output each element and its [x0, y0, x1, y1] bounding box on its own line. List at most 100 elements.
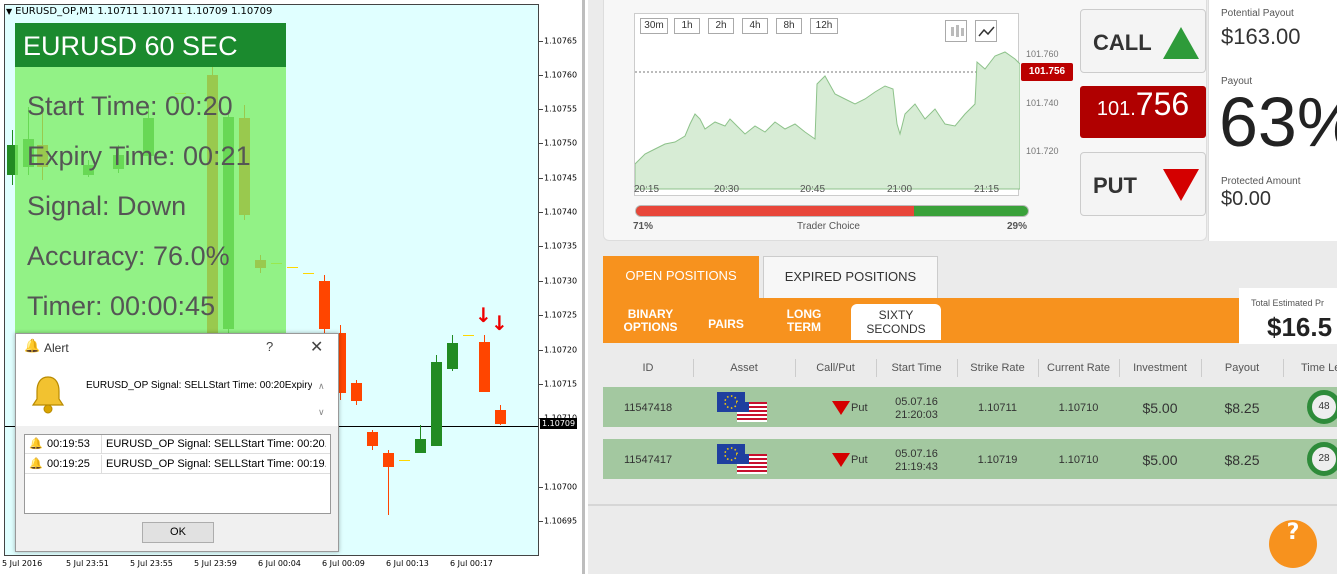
tab-open-positions[interactable]: OPEN POSITIONS — [603, 256, 759, 298]
line-glyph — [978, 26, 995, 37]
chart-price-tag: 101.756 — [1021, 63, 1073, 81]
candle-glyph — [951, 25, 964, 37]
alert-history-list[interactable]: 🔔 00:19:53 EURUSD_OP Signal: SELLStart T… — [24, 434, 331, 514]
timeframe-1h[interactable]: 1h — [674, 18, 700, 34]
timeframe-30m[interactable]: 30m — [640, 18, 668, 34]
alert-row-time: 00:19:53 — [47, 438, 90, 450]
trader-choice-label: Trader Choice — [797, 221, 860, 232]
column-separator — [101, 455, 102, 474]
alert-message-area: EURUSD_OP Signal: SELLStart Time: 00:20E… — [16, 362, 338, 426]
scroll-up-icon[interactable]: ∧ — [318, 382, 325, 392]
doji-candle — [303, 273, 314, 274]
timeframe-2h[interactable]: 2h — [708, 18, 734, 34]
subtab-pairs[interactable]: PAIRS — [701, 318, 751, 331]
time-label: 6 Jul 00:17 — [450, 559, 493, 568]
scroll-down-icon[interactable]: ∨ — [318, 408, 325, 418]
alert-row-message: EURUSD_OP Signal: SELLStart Time: 00:20.… — [106, 438, 326, 450]
column-header-asset: Asset — [730, 362, 758, 374]
line-chart-icon[interactable] — [975, 20, 997, 42]
subtab-binary-line2: OPTIONS — [623, 320, 678, 334]
tab-expired-positions[interactable]: EXPIRED POSITIONS — [763, 256, 938, 298]
time-label: 5 Jul 23:55 — [130, 559, 173, 568]
chart-level-label: 101.740 — [1026, 98, 1059, 108]
position-direction: Put — [851, 454, 868, 466]
price-tick — [539, 41, 543, 42]
chart-time-label: 20:15 — [634, 184, 660, 195]
positions-table-header: ID Asset Call/Put Start Time Strike Rate… — [603, 356, 1337, 380]
candle — [367, 432, 378, 446]
candle — [479, 342, 490, 392]
price-tick — [539, 178, 543, 179]
help-chat-button[interactable]: ? — [1269, 520, 1317, 568]
chart-level-label: 101.720 — [1026, 146, 1059, 156]
alert-row-time: 00:19:25 — [47, 458, 90, 470]
total-estimated-payout: Total Estimated Pr $16.5 — [1239, 288, 1337, 344]
alert-history-row[interactable]: 🔔 00:19:53 EURUSD_OP Signal: SELLStart T… — [25, 435, 330, 454]
subtab-long-line2: TERM — [787, 320, 821, 334]
option-type-tabs: BINARY OPTIONS PAIRS LONG TERM SIXTY SEC… — [603, 298, 1239, 343]
mt4-chart-window: EURUSD 60 SEC Start Time: 00:20 Expiry T… — [0, 0, 585, 574]
price-tick — [539, 315, 543, 316]
position-payout: $8.25 — [1224, 452, 1260, 468]
call-button[interactable]: CALL — [1080, 9, 1206, 73]
timeframe-12h[interactable]: 12h — [810, 18, 838, 34]
time-label: 6 Jul 00:04 — [258, 559, 301, 568]
put-arrow-icon — [832, 453, 850, 467]
total-estimated-value: $16.5 — [1267, 312, 1333, 342]
call-label: CALL — [1093, 30, 1152, 55]
subtab-long-term[interactable]: LONG TERM — [771, 308, 837, 334]
potential-payout-value: $163.00 — [1221, 24, 1301, 49]
put-button[interactable]: PUT — [1080, 152, 1206, 216]
up-triangle-icon — [1163, 27, 1199, 59]
position-id: 11547417 — [623, 454, 673, 466]
timeframe-4h[interactable]: 4h — [742, 18, 768, 34]
time-label: 5 Jul 23:51 — [66, 559, 109, 568]
price-label: 1.10765 — [544, 36, 578, 46]
protected-amount-label: Protected Amount — [1221, 176, 1301, 187]
trade-panel: 30m 1h 2h 4h 8h 12h 20:15 20:30 20:45 21… — [603, 0, 1207, 241]
candlestick-chart-icon[interactable] — [945, 20, 967, 42]
trader-choice-bar — [635, 205, 1029, 217]
price-tick — [539, 487, 543, 488]
down-triangle-icon — [1163, 169, 1199, 201]
price-axis: 1.10765 1.10760 1.10755 1.10750 1.10745 1.107… — [539, 0, 585, 556]
symbol-quote: EURUSD_OP,M1 1.10711 1.10711 1.10709 1.1… — [15, 6, 273, 17]
price-tick — [539, 521, 543, 522]
chart-time-label: 21:00 — [887, 184, 913, 195]
timeframe-8h[interactable]: 8h — [776, 18, 802, 34]
sell-arrow-icon: ↓ — [491, 311, 508, 335]
column-header-start-time: Start Time — [891, 362, 942, 374]
eu-us-flag-icon — [717, 392, 767, 422]
position-direction: Put — [851, 402, 868, 414]
subtab-binary-options[interactable]: BINARY OPTIONS — [613, 308, 688, 334]
time-left-timer: 28 — [1307, 442, 1337, 476]
dropdown-triangle-icon: ▼ — [6, 7, 13, 16]
column-header-call-put: Call/Put — [816, 362, 855, 374]
price-area — [634, 51, 1021, 190]
alert-titlebar[interactable]: 🔔 Alert ? ✕ — [16, 334, 338, 362]
close-icon[interactable]: ✕ — [310, 337, 323, 356]
ok-button[interactable]: OK — [142, 522, 214, 543]
position-row[interactable]: 11547417 Put 05.07.16 21:19:43 1.10719 1… — [603, 439, 1337, 479]
alert-title: Alert — [44, 341, 69, 355]
help-button[interactable]: ? — [266, 339, 273, 354]
screen: EURUSD 60 SEC Start Time: 00:20 Expiry T… — [0, 0, 1337, 574]
price-label: 1.10760 — [544, 70, 578, 80]
position-row[interactable]: 11547418 Put 05.07.16 21:20:03 1.10711 1… — [603, 387, 1337, 427]
bell-icon — [31, 376, 65, 414]
put-label: PUT — [1093, 173, 1137, 198]
price-label: 1.10745 — [544, 173, 578, 183]
time-axis: 5 Jul 2016 5 Jul 23:51 5 Jul 23:55 5 Jul 23… — [0, 556, 540, 574]
subtab-sixty-seconds[interactable]: SIXTY SECONDS — [851, 304, 941, 340]
candle — [351, 383, 362, 401]
chart-level-label: 101.760 — [1026, 49, 1059, 59]
price-label: 1.10715 — [544, 379, 578, 389]
alert-history-row[interactable]: 🔔 00:19:25 EURUSD_OP Signal: SELLStart T… — [25, 455, 330, 474]
eu-us-flag-icon — [717, 444, 767, 474]
position-start-time: 21:19:43 — [895, 461, 938, 473]
chart-time-label: 21:15 — [974, 184, 1000, 195]
doji-candle — [463, 335, 474, 336]
column-header-payout: Payout — [1224, 362, 1260, 374]
doji-candle — [287, 267, 298, 268]
price-label: 1.10700 — [544, 482, 578, 492]
